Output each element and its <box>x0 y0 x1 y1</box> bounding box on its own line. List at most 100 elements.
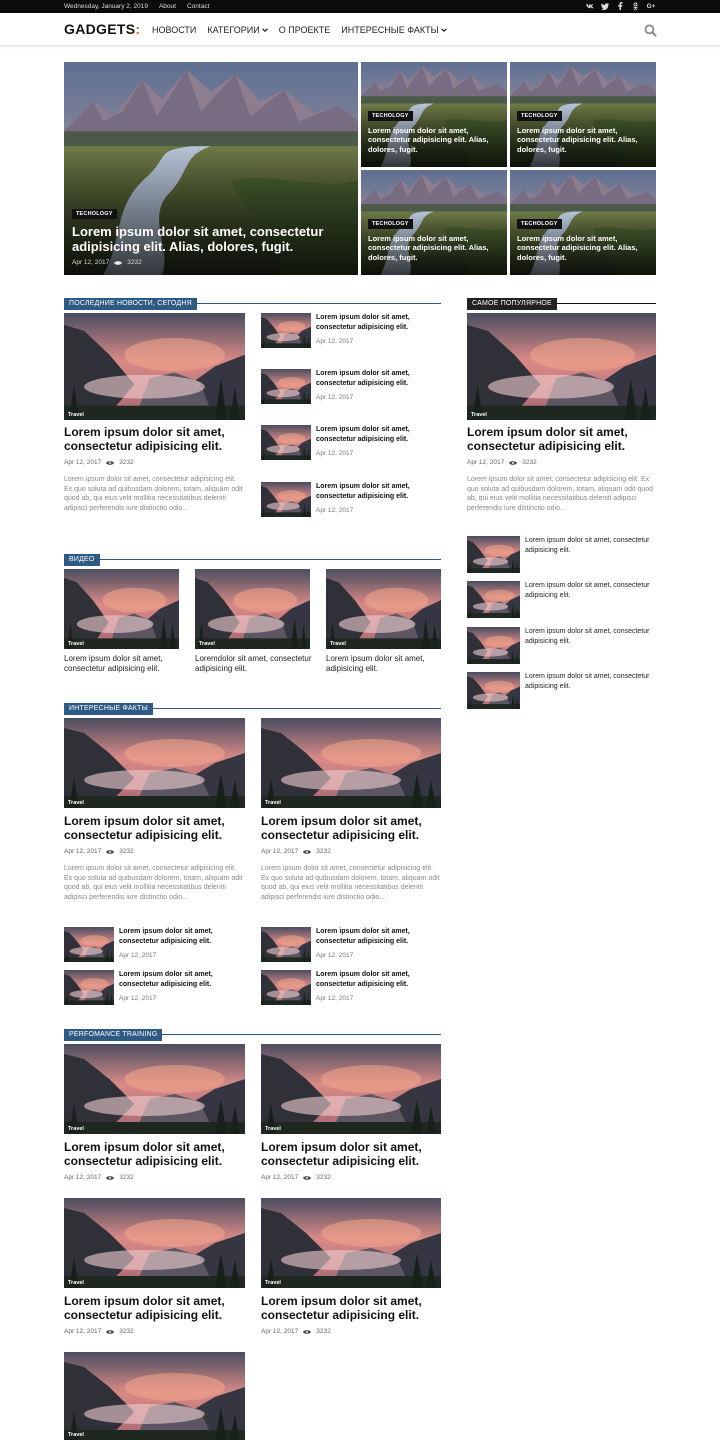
category-label[interactable]: Travel <box>68 1280 84 1286</box>
menu-item-interesting-facts[interactable]: ИНТЕРЕСНЫЕ ФАКТЫ <box>341 25 447 35</box>
post-thumbnail[interactable]: Travel <box>261 718 441 808</box>
category-label[interactable]: Travel <box>68 800 84 806</box>
video-thumbnail[interactable]: Travel <box>195 569 310 649</box>
category-tag[interactable]: TECHOLOGY <box>517 219 562 229</box>
post-date: Apr 12, 2017 <box>316 338 354 345</box>
facebook-icon[interactable] <box>616 1 624 11</box>
post-thumbnail[interactable]: Travel <box>64 718 245 808</box>
video-title[interactable]: Lorem ipsum dolor sit amet, consectetur … <box>64 654 182 674</box>
category-tag[interactable]: TECHOLOGY <box>368 111 413 121</box>
small-thumbnail[interactable] <box>261 970 311 1005</box>
hero-small-post[interactable]: TECHOLOGY Lorem ipsum dolor sit amet, co… <box>510 170 656 275</box>
menu-item-categories[interactable]: КАТЕГОРИИ <box>207 25 268 35</box>
post-title[interactable]: Lorem ipsum dolor sit amet, consectetur … <box>368 126 502 154</box>
list-item-title[interactable]: Lorem ipsum dolor sit amet, consectetur … <box>119 970 239 989</box>
post-thumbnail[interactable]: Travel <box>261 1198 441 1288</box>
menu-item-news[interactable]: НОВОСТИ <box>152 25 196 35</box>
small-thumbnail[interactable] <box>261 425 311 460</box>
view-count: 3232 <box>127 259 142 266</box>
post-thumbnail[interactable]: Travel <box>64 1044 245 1134</box>
list-item-title[interactable]: Lorem ipsum dolor sit amet, consectetur … <box>316 927 436 946</box>
list-item-title[interactable]: Lorem ipsum dolor sit amet, consectetur … <box>316 482 436 501</box>
category-tag[interactable]: TECHOLOGY <box>72 209 117 219</box>
category-label[interactable]: Travel <box>265 1280 281 1286</box>
chevron-down-icon <box>261 28 268 32</box>
post-thumbnail[interactable]: Travel <box>261 1044 441 1134</box>
video-title[interactable]: Lorem ipsum dolor sit amet, adipisicing … <box>326 654 444 674</box>
list-item-title[interactable]: Lorem ipsum dolor sit amet, consectetur … <box>525 672 650 691</box>
post-title[interactable]: Lorem ipsum dolor sit amet, consectetur … <box>261 814 441 842</box>
hero-main-post[interactable]: TECHOLOGY Lorem ipsum dolor sit amet, co… <box>64 62 358 275</box>
about-link[interactable]: About <box>159 3 176 10</box>
small-thumbnail[interactable] <box>467 672 520 709</box>
category-label[interactable]: Travel <box>68 1126 84 1132</box>
category-tag[interactable]: TECHOLOGY <box>517 111 562 121</box>
view-count: 3232 <box>316 1328 331 1335</box>
small-thumbnail[interactable] <box>467 627 520 664</box>
list-item-title[interactable]: Lorem ipsum dolor sit amet, consectetur … <box>316 425 436 444</box>
post-title[interactable]: Lorem ipsum dolor sit amet, consectetur … <box>64 814 245 842</box>
small-thumbnail[interactable] <box>261 927 311 962</box>
category-label[interactable]: Travel <box>471 412 487 418</box>
small-thumbnail[interactable] <box>64 927 114 962</box>
eye-icon <box>114 260 123 265</box>
post-title[interactable]: Lorem ipsum dolor sit amet, consectetur … <box>64 1294 245 1322</box>
hero-small-post[interactable]: TECHOLOGY Lorem ipsum dolor sit amet, co… <box>361 62 507 167</box>
small-thumbnail[interactable] <box>467 581 520 618</box>
category-label[interactable]: Travel <box>265 800 281 806</box>
twitter-icon[interactable] <box>601 1 609 11</box>
post-title[interactable]: Lorem ipsum dolor sit amet, consectetur … <box>517 126 651 154</box>
post-title[interactable]: Lorem ipsum dolor sit amet, consectetur … <box>64 425 245 453</box>
small-thumbnail[interactable] <box>467 536 520 573</box>
post-title[interactable]: Lorem ipsum dolor sit amet, consectetur … <box>467 425 656 453</box>
category-label[interactable]: Travel <box>330 641 346 647</box>
post-title[interactable]: Lorem ipsum dolor sit amet, consectetur … <box>261 1140 441 1168</box>
menu-item-about-project[interactable]: О ПРОЕКТЕ <box>279 25 331 35</box>
video-thumbnail[interactable]: Travel <box>326 569 441 649</box>
post-thumbnail[interactable]: Travel <box>64 1198 245 1288</box>
category-label[interactable]: Travel <box>68 412 84 418</box>
hero-small-post[interactable]: TECHOLOGY Lorem ipsum dolor sit amet, co… <box>510 62 656 167</box>
post-title[interactable]: Lorem ipsum dolor sit amet, consectetur … <box>72 224 340 254</box>
list-item-title[interactable]: Lorem ipsum dolor sit amet, consectetur … <box>316 369 436 388</box>
video-title[interactable]: Loremdolor sit amet, consectetur adipisi… <box>195 654 313 674</box>
post-thumbnail[interactable]: Travel <box>64 1352 245 1440</box>
contact-link[interactable]: Contact <box>187 3 209 10</box>
list-item-title[interactable]: Lorem ipsum dolor sit amet, consectetur … <box>525 581 650 600</box>
post-title[interactable]: Lorem ipsum dolor sit amet, consectetur … <box>368 234 502 262</box>
post-meta: Apr 12, 2017 3232 <box>64 1328 134 1335</box>
list-item-title[interactable]: Lorem ipsum dolor sit amet, consectetur … <box>316 313 436 332</box>
video-thumbnail[interactable]: Travel <box>64 569 179 649</box>
google-plus-icon[interactable]: G+ <box>646 1 656 11</box>
post-title[interactable]: Lorem ipsum dolor sit amet, consectetur … <box>261 1294 441 1322</box>
category-label[interactable]: Travel <box>68 641 84 647</box>
small-thumbnail[interactable] <box>64 970 114 1005</box>
post-thumbnail[interactable]: Travel <box>467 313 656 420</box>
post-title[interactable]: Lorem ipsum dolor sit amet, consectetur … <box>64 1140 245 1168</box>
small-thumbnail[interactable] <box>261 482 311 517</box>
list-item-title[interactable]: Lorem ipsum dolor sit amet, consectetur … <box>525 536 650 555</box>
main-navbar: GADGETS: НОВОСТИ КАТЕГОРИИ О ПРОЕКТЕ ИНТ… <box>0 13 720 46</box>
hero-small-post[interactable]: TECHOLOGY Lorem ipsum dolor sit amet, co… <box>361 170 507 275</box>
view-count: 3232 <box>522 459 537 466</box>
post-title[interactable]: Lorem ipsum dolor sit amet, consectetur … <box>517 234 651 262</box>
post-date: Apr 12, 2017 <box>64 1174 102 1181</box>
category-tag[interactable]: TECHOLOGY <box>368 219 413 229</box>
category-label[interactable]: Travel <box>68 1432 84 1438</box>
post-thumbnail[interactable]: Travel <box>64 313 245 420</box>
post-date: Apr 12, 2017 <box>316 995 354 1002</box>
site-logo[interactable]: GADGETS: <box>64 21 140 37</box>
search-icon[interactable] <box>644 24 657 37</box>
post-date: Apr 12, 2017 <box>119 952 157 959</box>
category-label[interactable]: Travel <box>199 641 215 647</box>
category-label[interactable]: Travel <box>265 1126 281 1132</box>
list-item-title[interactable]: Lorem ipsum dolor sit amet, consectetur … <box>316 970 436 989</box>
vk-icon[interactable] <box>586 1 594 11</box>
small-thumbnail[interactable] <box>261 313 311 348</box>
small-thumbnail[interactable] <box>261 369 311 404</box>
post-date: Apr 12, 2017 <box>119 995 157 1002</box>
odnoklassniki-icon[interactable] <box>631 1 639 11</box>
list-item-title[interactable]: Lorem ipsum dolor sit amet, consectetur … <box>119 927 239 946</box>
list-item-title[interactable]: Lorem ipsum dolor sit amet, consectetur … <box>525 627 650 646</box>
view-count: 3232 <box>316 848 331 855</box>
